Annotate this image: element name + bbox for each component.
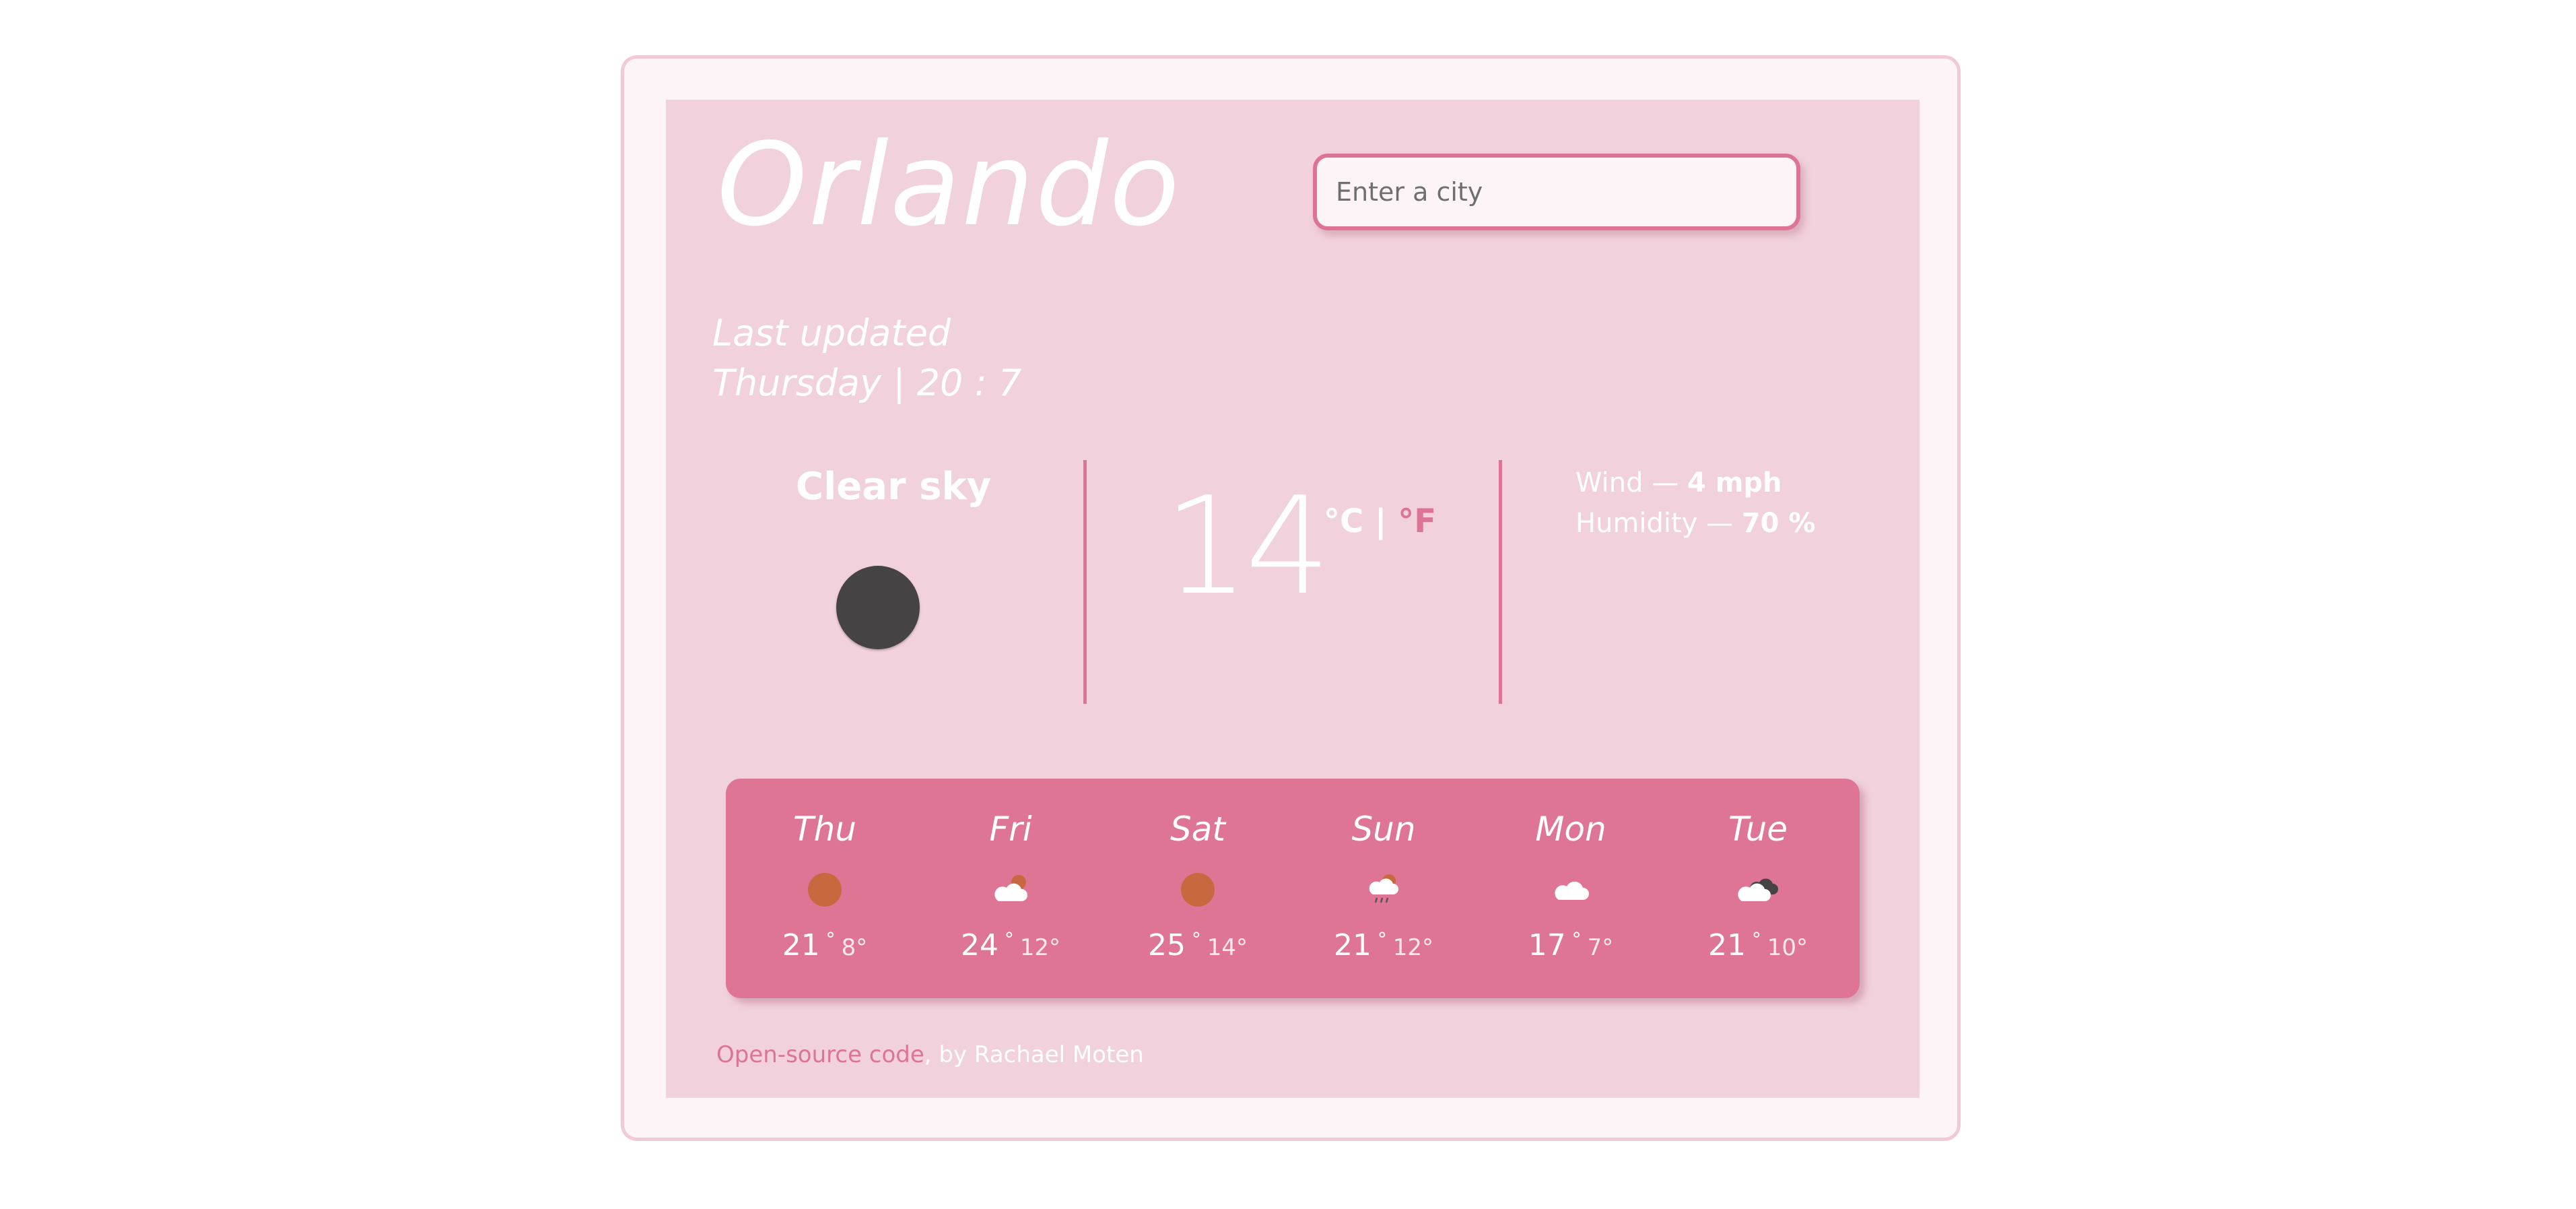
sun-icon: [1176, 873, 1219, 907]
source-code-link[interactable]: Open-source code: [716, 1041, 924, 1068]
forecast-day-name: Thu: [793, 810, 856, 849]
forecast-temps: 25 ° 14°: [1147, 928, 1248, 962]
forecast-temps: 21 ° 12°: [1333, 928, 1434, 962]
humidity-label: Humidity —: [1575, 508, 1742, 539]
last-updated-label: Last updated: [712, 312, 951, 354]
last-updated-value: Thursday | 20 : 7: [712, 362, 1022, 404]
cloud-rain-sun-icon: [1362, 873, 1405, 905]
forecast-max: 17: [1528, 928, 1566, 962]
forecast-max: 24: [960, 928, 998, 962]
forecast-temps: 21 ° 8°: [782, 928, 868, 962]
city-title: Orlando: [717, 119, 1181, 252]
forecast-day-name: Sat: [1170, 810, 1225, 849]
celsius-link[interactable]: °C: [1324, 502, 1363, 540]
current-temperature: 14: [1163, 468, 1330, 625]
humidity-value: 70 %: [1741, 508, 1816, 539]
forecast-panel: Thu 21 ° 8° Fri 24 ° 12° Sat 25 ° 14° Su…: [726, 779, 1860, 998]
last-updated: Last updated Thursday | 20 : 7: [712, 308, 1021, 408]
forecast-min: 7°: [1587, 934, 1614, 961]
forecast-max: 21: [1707, 928, 1746, 962]
forecast-min: 12°: [1019, 934, 1061, 961]
humidity-info: Humidity — 70 %: [1575, 508, 1815, 539]
forecast-max: 21: [782, 928, 820, 962]
forecast-day-name: Tue: [1728, 810, 1788, 849]
unit-switch: °C | °F: [1324, 502, 1436, 540]
forecast-day-name: Fri: [989, 810, 1032, 849]
forecast-max: 21: [1333, 928, 1371, 962]
sun-icon: [803, 873, 846, 907]
forecast-temps: 24 ° 12°: [960, 928, 1061, 962]
footer-credit: , by Rachael Moten: [924, 1041, 1144, 1068]
forecast-min: 8°: [841, 934, 868, 961]
forecast-min: 14°: [1207, 934, 1248, 961]
forecast-temps: 21 ° 10°: [1707, 928, 1808, 962]
cloud-icon: [1549, 873, 1592, 905]
divider: [1083, 460, 1087, 704]
weather-description: Clear sky: [796, 465, 992, 509]
unit-separator: |: [1363, 502, 1398, 540]
forecast-temps: 17 ° 7°: [1528, 928, 1614, 962]
forecast-day-name: Sun: [1351, 810, 1416, 849]
forecast-day-name: Mon: [1535, 810, 1606, 849]
forecast-min: 12°: [1392, 934, 1434, 961]
wind-value: 4 mph: [1687, 467, 1782, 498]
weather-app: Orlando Last updated Thursday | 20 : 7 C…: [0, 0, 2576, 1209]
cloud-sun-icon: [989, 873, 1032, 905]
wind-label: Wind —: [1575, 467, 1687, 498]
wind-info: Wind — 4 mph: [1575, 467, 1782, 498]
forecast-min: 10°: [1767, 934, 1808, 961]
city-search-input[interactable]: [1313, 154, 1800, 230]
cloud-dark-cloud-icon: [1736, 873, 1780, 905]
footer: Open-source code, by Rachael Moten: [716, 1041, 1144, 1068]
current-weather-icon: [836, 566, 920, 649]
fahrenheit-link[interactable]: °F: [1398, 502, 1436, 540]
forecast-max: 25: [1147, 928, 1186, 962]
divider: [1499, 460, 1502, 704]
